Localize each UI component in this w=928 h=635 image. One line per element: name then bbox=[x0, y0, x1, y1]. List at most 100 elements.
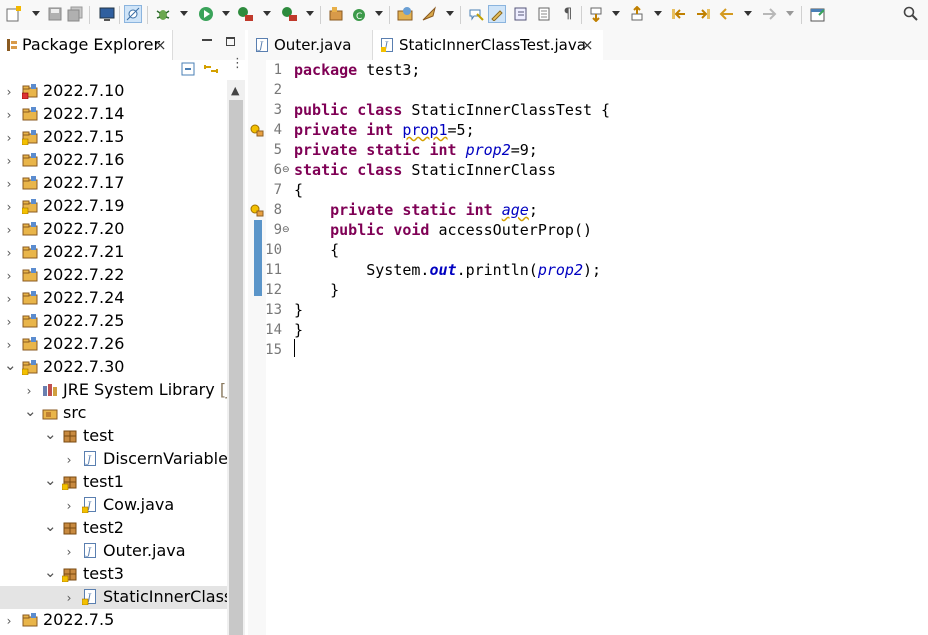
toggle-block-selection-icon[interactable] bbox=[488, 5, 506, 23]
tree-item[interactable]: › J Cow.java bbox=[0, 494, 227, 517]
scroll-up-icon[interactable]: ▲ bbox=[231, 84, 239, 97]
new-icon[interactable] bbox=[4, 5, 22, 23]
coverage-icon[interactable] bbox=[236, 5, 254, 23]
chevron-right-icon[interactable]: › bbox=[4, 131, 14, 145]
forward-edit-icon[interactable] bbox=[694, 5, 712, 23]
warning-icon[interactable] bbox=[250, 123, 264, 137]
save-all-icon[interactable] bbox=[66, 5, 84, 23]
tree-item[interactable]: › 2022.7.19 bbox=[0, 195, 227, 218]
coverage-dropdown-icon[interactable] bbox=[263, 11, 271, 16]
tree-item[interactable]: › 2022.7.24 bbox=[0, 287, 227, 310]
chevron-right-icon[interactable]: › bbox=[4, 338, 14, 352]
tree-item[interactable]: ⌄ 2022.7.30 bbox=[0, 356, 227, 379]
chevron-right-icon[interactable]: › bbox=[64, 591, 74, 605]
link-with-editor-icon[interactable] bbox=[203, 61, 219, 81]
tree-item[interactable]: ⌄ test1 bbox=[0, 471, 227, 494]
tree-item[interactable]: › J Outer.java bbox=[0, 540, 227, 563]
tree-item[interactable]: › J DiscernVariable.j bbox=[0, 448, 227, 471]
chevron-right-icon[interactable]: › bbox=[4, 223, 14, 237]
tree-item[interactable]: › 2022.7.20 bbox=[0, 218, 227, 241]
back-dropdown-icon[interactable] bbox=[744, 11, 752, 16]
prev-dropdown-icon[interactable] bbox=[654, 11, 662, 16]
toggle-mark-occurrences-icon[interactable] bbox=[467, 5, 485, 23]
tab-package-explorer[interactable]: Package Explorer × bbox=[0, 30, 173, 60]
debug-icon[interactable] bbox=[154, 5, 172, 23]
open-task-icon[interactable] bbox=[420, 5, 438, 23]
tree-item[interactable]: ⌄ src bbox=[0, 402, 227, 425]
tab-static-inner-class-test[interactable]: J StaticInnerClassTest.java × bbox=[373, 30, 603, 60]
scrollbar-thumb[interactable] bbox=[229, 100, 243, 635]
chevron-right-icon[interactable]: › bbox=[4, 614, 14, 628]
new-java-class-icon[interactable]: C bbox=[350, 5, 368, 23]
new-dropdown-icon[interactable] bbox=[32, 11, 40, 16]
run-icon[interactable] bbox=[197, 5, 215, 23]
tab-outer-java[interactable]: J Outer.java bbox=[248, 30, 373, 60]
tree-item[interactable]: ⌄ test bbox=[0, 425, 227, 448]
chevron-right-icon[interactable]: › bbox=[64, 545, 74, 559]
debug-dropdown-icon[interactable] bbox=[180, 11, 188, 16]
tree-item[interactable]: › 2022.7.15 bbox=[0, 126, 227, 149]
chevron-right-icon[interactable]: › bbox=[4, 177, 14, 191]
tree-item[interactable]: ⌄ test3 bbox=[0, 563, 227, 586]
next-dropdown-icon[interactable] bbox=[612, 11, 620, 16]
tree-item[interactable]: › 2022.7.17 bbox=[0, 172, 227, 195]
save-icon[interactable] bbox=[46, 5, 64, 23]
forward-dropdown-icon[interactable] bbox=[786, 11, 794, 16]
tree-item[interactable]: › 2022.7.5 bbox=[0, 609, 227, 632]
new-java-project-icon[interactable] bbox=[327, 5, 345, 23]
run-dropdown-icon[interactable] bbox=[222, 11, 230, 16]
fold-collapse-icon[interactable]: ⊖ bbox=[282, 165, 290, 175]
chevron-down-icon[interactable]: ⌄ bbox=[44, 563, 57, 581]
chevron-right-icon[interactable]: › bbox=[24, 384, 34, 398]
chevron-down-icon[interactable]: ⌄ bbox=[24, 402, 37, 420]
chevron-right-icon[interactable]: › bbox=[4, 292, 14, 306]
maximize-view-icon[interactable] bbox=[226, 37, 235, 46]
close-icon[interactable]: × bbox=[581, 36, 594, 54]
chevron-right-icon[interactable]: › bbox=[4, 315, 14, 329]
tree-item[interactable]: › J StaticInnerClassT bbox=[0, 586, 227, 609]
back-icon[interactable] bbox=[718, 5, 736, 23]
tree-item[interactable]: ⌄ test2 bbox=[0, 517, 227, 540]
last-edit-location-icon[interactable] bbox=[670, 5, 688, 23]
tree-item[interactable]: › 2022.7.10 bbox=[0, 80, 227, 103]
chevron-down-icon[interactable]: ⌄ bbox=[44, 517, 57, 535]
next-annotation-icon[interactable] bbox=[535, 5, 553, 23]
chevron-right-icon[interactable]: › bbox=[4, 85, 14, 99]
tree-item[interactable]: › 2022.7.14 bbox=[0, 103, 227, 126]
tree-item[interactable]: › 2022.7.26 bbox=[0, 333, 227, 356]
external-tools-icon[interactable] bbox=[280, 5, 298, 23]
show-whitespace-icon[interactable] bbox=[512, 5, 530, 23]
previous-annotation-icon[interactable] bbox=[587, 5, 605, 23]
tree-item[interactable]: › 2022.7.21 bbox=[0, 241, 227, 264]
terminal-icon[interactable] bbox=[98, 5, 116, 23]
code-area[interactable]: package test3; public class StaticInnerC… bbox=[292, 60, 928, 635]
view-menu-icon[interactable]: ⋮ bbox=[231, 57, 244, 70]
paragraph-icon[interactable]: ¶ bbox=[559, 5, 577, 23]
tree-item[interactable]: › 2022.7.25 bbox=[0, 310, 227, 333]
search-icon[interactable] bbox=[902, 5, 920, 23]
tree-item[interactable]: › 2022.7.22 bbox=[0, 264, 227, 287]
warning-icon[interactable] bbox=[250, 203, 264, 217]
chevron-down-icon[interactable]: ⌄ bbox=[44, 471, 57, 489]
skip-breakpoints-icon[interactable] bbox=[124, 5, 142, 23]
up-annotation-icon[interactable] bbox=[628, 5, 646, 23]
external-tools-dropdown-icon[interactable] bbox=[306, 11, 314, 16]
close-icon[interactable]: × bbox=[154, 36, 167, 54]
forward-icon[interactable] bbox=[760, 5, 778, 23]
tree-item[interactable]: › 2022.7.16 bbox=[0, 149, 227, 172]
chevron-right-icon[interactable]: › bbox=[64, 499, 74, 513]
minimize-icon[interactable] bbox=[202, 39, 212, 41]
open-task-dropdown-icon[interactable] bbox=[446, 11, 454, 16]
chevron-down-icon[interactable]: ⌄ bbox=[4, 356, 17, 374]
chevron-right-icon[interactable]: › bbox=[4, 108, 14, 122]
tree-item[interactable]: › JRE System Library [Jav bbox=[0, 379, 227, 402]
maximize-icon[interactable] bbox=[809, 5, 827, 23]
collapse-all-icon[interactable] bbox=[181, 62, 195, 80]
new-class-dropdown-icon[interactable] bbox=[375, 11, 383, 16]
chevron-right-icon[interactable]: › bbox=[4, 154, 14, 168]
chevron-right-icon[interactable]: › bbox=[4, 246, 14, 260]
open-type-icon[interactable] bbox=[396, 5, 414, 23]
chevron-right-icon[interactable]: › bbox=[4, 269, 14, 283]
fold-collapse-icon[interactable]: ⊖ bbox=[282, 225, 290, 235]
chevron-right-icon[interactable]: › bbox=[64, 453, 74, 467]
